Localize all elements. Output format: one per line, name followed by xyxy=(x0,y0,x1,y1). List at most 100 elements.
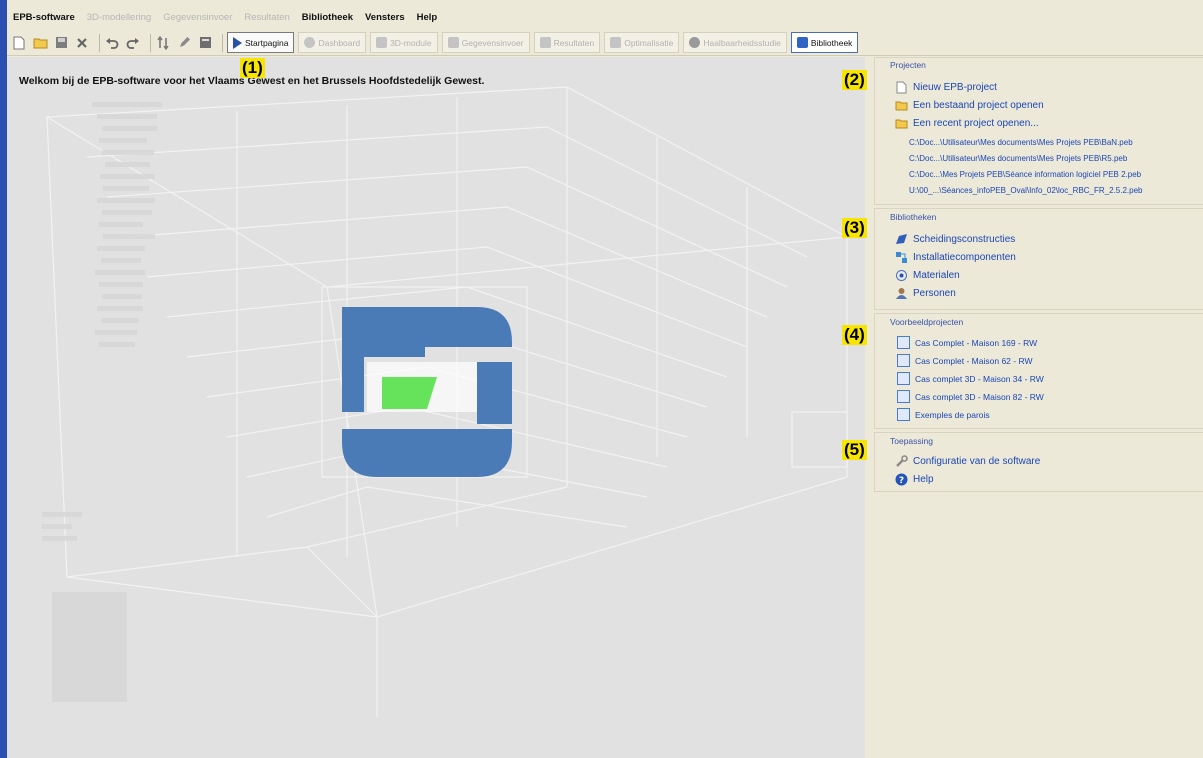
play-icon xyxy=(233,36,242,49)
menu-help[interactable]: Help xyxy=(417,12,438,23)
open-existing-project-link[interactable]: Een bestaand project openen xyxy=(895,99,1044,112)
optimization-icon xyxy=(610,37,622,48)
example-project-label: Cas Complet - Maison 62 - RW xyxy=(915,355,1033,366)
start-page-canvas: Welkom bij de EPB-software voor het Vlaa… xyxy=(7,57,865,758)
example-project-link[interactable]: Cas complet 3D - Maison 82 - RW xyxy=(897,390,1044,403)
open-recent-project-link[interactable]: Een recent project openen... xyxy=(895,117,1039,130)
resultaten-label: Resultaten xyxy=(553,37,595,48)
gegevensinvoer-label: Gegevensinvoer xyxy=(461,37,524,48)
wall-icon xyxy=(896,234,907,244)
example-project-label: Cas complet 3D - Maison 82 - RW xyxy=(915,391,1044,402)
3d-module-button[interactable]: 3D-module xyxy=(370,32,438,53)
menu-3d-modellering[interactable]: 3D-modellering xyxy=(87,12,151,23)
save-icon[interactable] xyxy=(53,35,69,51)
example-project-label: Exemples de parois xyxy=(915,409,990,420)
open-folder-icon xyxy=(895,119,908,129)
building-wireframe xyxy=(42,86,850,717)
gegevensinvoer-button[interactable]: Gegevensinvoer xyxy=(441,32,530,53)
recent-file-link[interactable]: C:\Doc...\Utilisateur\Mes documents\Mes … xyxy=(909,138,1133,147)
bibliotheek-label: Bibliotheek xyxy=(810,37,853,48)
resultaten-button[interactable]: Resultaten xyxy=(533,32,601,53)
section-toepassing: Toepassing Configuratie van de software … xyxy=(874,432,1203,492)
optimalisatie-label: Optimalisatie xyxy=(624,37,674,48)
bibliotheek-button[interactable]: Bibliotheek xyxy=(790,32,859,53)
haalbaarheidsstudie-button[interactable]: Haalbaarheidsstudie xyxy=(683,32,787,53)
recent-file-link[interactable]: C:\Doc...\Mes Projets PEB\Séance informa… xyxy=(909,170,1141,179)
example-project-link[interactable]: Cas Complet - Maison 62 - RW xyxy=(897,354,1032,367)
section-title-bibliotheken: Bibliotheken xyxy=(890,212,937,222)
callout-1: (1) xyxy=(240,58,265,78)
menu-vensters[interactable]: Vensters xyxy=(365,12,405,23)
undo-icon[interactable] xyxy=(104,35,120,51)
menu-epb-software[interactable]: EPB-software xyxy=(13,12,75,23)
open-recent-label: Een recent project openen... xyxy=(913,118,1039,129)
callout-4: (4) xyxy=(842,325,867,345)
section-bibliotheken: Bibliotheken Scheidingsconstructies Inst… xyxy=(874,208,1203,310)
edit-icon[interactable] xyxy=(176,35,192,51)
recent-file-link[interactable]: U:\00_...\Séances_infoPEB_Oval\Info_02\l… xyxy=(909,186,1142,195)
example-project-label: Cas complet 3D - Maison 34 - RW xyxy=(915,373,1044,384)
material-icon xyxy=(896,270,907,281)
epb-logo xyxy=(342,307,512,477)
help-icon: ? xyxy=(895,473,908,486)
refresh-icon[interactable] xyxy=(155,35,171,51)
library-item-label: Scheidingsconstructies xyxy=(913,234,1016,245)
callout-2: (2) xyxy=(842,70,867,90)
cube-icon xyxy=(376,37,388,48)
menu-resultaten[interactable]: Resultaten xyxy=(244,12,289,23)
project-file-icon xyxy=(897,354,910,367)
open-folder-icon xyxy=(895,101,908,111)
toolbar: Startpagina Dashboard 3D-module Gegevens… xyxy=(7,30,1203,56)
redo-icon[interactable] xyxy=(125,35,141,51)
new-file-icon xyxy=(896,81,907,94)
delete-icon[interactable] xyxy=(74,35,90,51)
help-link[interactable]: ? Help xyxy=(895,473,934,486)
library-item-scheidingsconstructies[interactable]: Scheidingsconstructies xyxy=(895,233,1015,246)
open-folder-icon[interactable] xyxy=(32,35,48,51)
example-project-link[interactable]: Exemples de parois xyxy=(897,408,990,421)
library-item-label: Installatiecomponenten xyxy=(913,252,1016,263)
library-item-label: Materialen xyxy=(913,270,960,281)
example-project-link[interactable]: Cas Complet - Maison 169 - RW xyxy=(897,336,1037,349)
toolbar-separator xyxy=(150,33,151,52)
toolbar-separator xyxy=(222,33,223,52)
calculator-icon[interactable] xyxy=(197,35,213,51)
installation-icon xyxy=(896,252,907,263)
wrench-icon xyxy=(896,455,908,467)
configuration-label: Configuratie van de software xyxy=(913,456,1041,467)
section-projecten: Projecten Nieuw EPB-project Een bestaand… xyxy=(874,57,1203,205)
recent-file-link[interactable]: C:\Doc...\Utilisateur\Mes documents\Mes … xyxy=(909,154,1127,163)
library-item-installatiecomponenten[interactable]: Installatiecomponenten xyxy=(895,251,1016,264)
example-project-label: Cas Complet - Maison 169 - RW xyxy=(915,337,1038,348)
section-title-voorbeeldprojecten: Voorbeeldprojecten xyxy=(890,317,964,327)
optimalisatie-button[interactable]: Optimalisatie xyxy=(604,32,680,53)
menu-bibliotheek[interactable]: Bibliotheek xyxy=(302,12,353,23)
toolbar-separator xyxy=(99,33,100,52)
data-entry-icon xyxy=(447,37,459,48)
startpagina-button[interactable]: Startpagina xyxy=(227,32,295,53)
dashboard-label: Dashboard xyxy=(318,37,361,48)
section-title-projecten: Projecten xyxy=(890,60,926,70)
section-voorbeeldprojecten: Voorbeeldprojecten Cas Complet - Maison … xyxy=(874,313,1203,429)
dashboard-button[interactable]: Dashboard xyxy=(298,32,367,53)
library-icon xyxy=(796,37,808,48)
example-project-link[interactable]: Cas complet 3D - Maison 34 - RW xyxy=(897,372,1044,385)
section-title-toepassing: Toepassing xyxy=(890,436,934,446)
configuration-link[interactable]: Configuratie van de software xyxy=(895,455,1040,468)
library-item-personen[interactable]: Personen xyxy=(895,287,956,300)
new-project-link[interactable]: Nieuw EPB-project xyxy=(895,81,997,94)
haalbaarheidsstudie-label: Haalbaarheidsstudie xyxy=(703,37,781,48)
help-label: Help xyxy=(913,474,934,485)
project-file-icon xyxy=(897,372,910,385)
callout-5: (5) xyxy=(842,440,867,460)
bar-chart-icon xyxy=(539,37,551,48)
3d-module-label: 3D-module xyxy=(390,37,432,48)
menu-gegevensinvoer[interactable]: Gegevensinvoer xyxy=(163,12,232,23)
new-file-icon[interactable] xyxy=(11,35,27,51)
library-item-materialen[interactable]: Materialen xyxy=(895,269,960,282)
start-side-panel: Projecten Nieuw EPB-project Een bestaand… xyxy=(872,57,1203,758)
project-file-icon xyxy=(897,336,910,349)
project-file-icon xyxy=(897,390,910,403)
open-existing-label: Een bestaand project openen xyxy=(913,100,1044,111)
library-item-label: Personen xyxy=(913,288,956,299)
